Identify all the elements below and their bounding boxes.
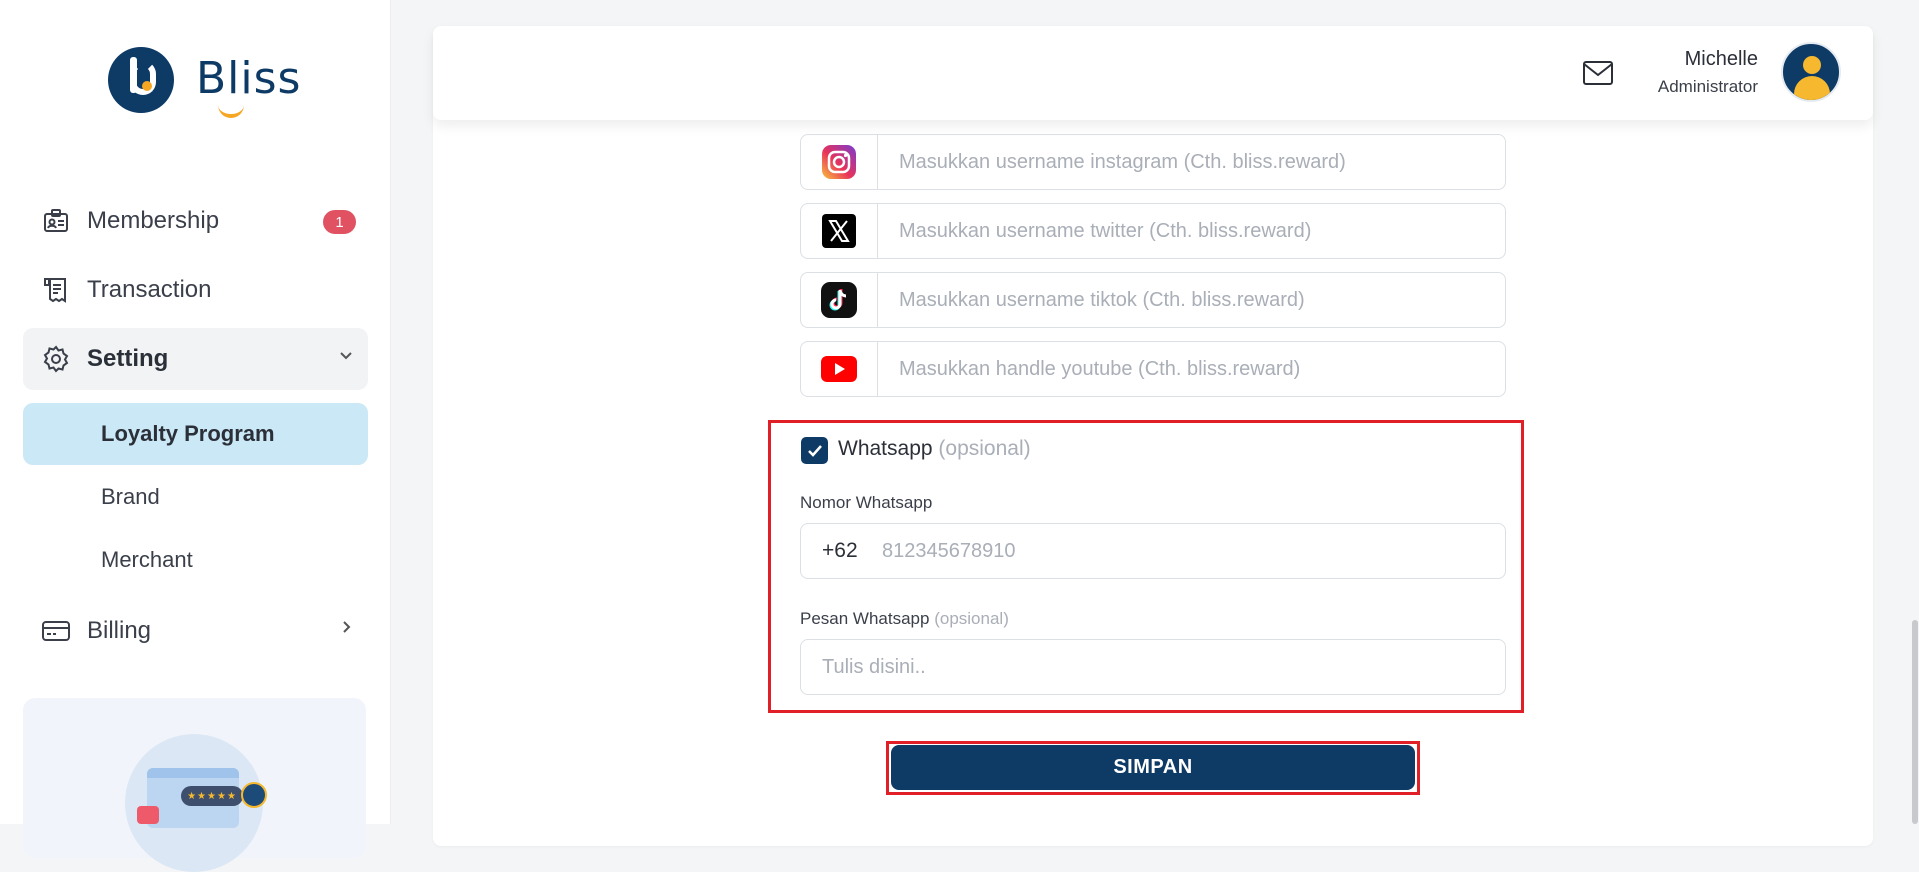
rating-stars-icon: ★★★★★ — [181, 786, 243, 806]
twitter-username-input[interactable] — [878, 203, 1505, 259]
whatsapp-checkbox-label[interactable]: Whatsapp (opsional) — [838, 437, 1031, 461]
logo-icon — [108, 47, 174, 113]
whatsapp-number-label: Nomor Whatsapp — [800, 493, 933, 512]
gear-icon — [41, 344, 71, 374]
top-bar — [433, 26, 1873, 120]
sidebar-subitem-label: Merchant — [101, 547, 193, 572]
youtube-icon — [801, 342, 878, 396]
whatsapp-number-input[interactable] — [882, 524, 1505, 578]
sidebar-item-label: Membership — [87, 207, 220, 234]
youtube-field-row — [800, 341, 1506, 397]
sidebar-subitem-label: Brand — [101, 484, 160, 509]
sidebar-subitem-loyalty-program[interactable]: Loyalty Program — [23, 403, 368, 465]
save-button[interactable]: SIMPAN — [891, 745, 1415, 790]
x-twitter-icon — [801, 204, 878, 258]
user-role: Administrator — [1657, 77, 1758, 96]
brand-name: Bliss — [196, 52, 302, 104]
notification-badge: 1 — [323, 210, 356, 234]
brand-logo[interactable]: Bliss — [108, 47, 301, 113]
credit-card-icon — [41, 616, 71, 646]
sidebar-item-label: Transaction — [87, 276, 212, 303]
sidebar-item-label: Setting — [87, 345, 169, 372]
instagram-field-row — [800, 134, 1506, 190]
youtube-handle-input[interactable] — [878, 341, 1505, 397]
instagram-username-input[interactable] — [878, 134, 1505, 190]
sidebar-item-billing[interactable]: Billing — [23, 600, 368, 662]
sidebar-subitem-brand[interactable]: Brand — [23, 466, 368, 528]
country-code: +62 — [822, 539, 858, 562]
receipt-icon — [41, 275, 71, 305]
whatsapp-message-label: Pesan Whatsapp (opsional) — [800, 609, 1009, 628]
user-icon — [241, 782, 267, 808]
id-card-icon — [41, 206, 71, 236]
sidebar-subitem-merchant[interactable]: Merchant — [23, 529, 368, 591]
check-icon — [807, 444, 822, 457]
user-avatar-icon[interactable] — [1781, 42, 1841, 102]
tiktok-field-row — [800, 272, 1506, 328]
sidebar: Bliss Membership 1 Transaction Setting L… — [0, 0, 391, 872]
instagram-icon — [801, 135, 878, 189]
page-scrollbar[interactable] — [1912, 620, 1918, 824]
twitter-field-row — [800, 203, 1506, 259]
chevron-right-icon — [338, 618, 354, 641]
sidebar-item-setting[interactable]: Setting — [23, 328, 368, 390]
tiktok-username-input[interactable] — [878, 272, 1505, 328]
sidebar-item-label: Billing — [87, 617, 152, 644]
logo-smile-icon — [218, 104, 244, 118]
sidebar-item-transaction[interactable]: Transaction — [23, 259, 368, 321]
thumbs-up-icon — [137, 806, 159, 824]
user-name: Michelle — [1684, 48, 1758, 70]
whatsapp-checkbox[interactable] — [801, 437, 828, 464]
tiktok-icon — [801, 273, 878, 327]
whatsapp-message-input[interactable] — [800, 639, 1506, 695]
chevron-down-icon — [338, 346, 354, 369]
sidebar-item-membership[interactable]: Membership 1 — [23, 190, 368, 252]
sidebar-subitem-label: Loyalty Program — [101, 421, 275, 446]
promo-illustration-card: ★★★★★ — [23, 698, 366, 872]
whatsapp-number-field: +62 — [800, 523, 1506, 579]
